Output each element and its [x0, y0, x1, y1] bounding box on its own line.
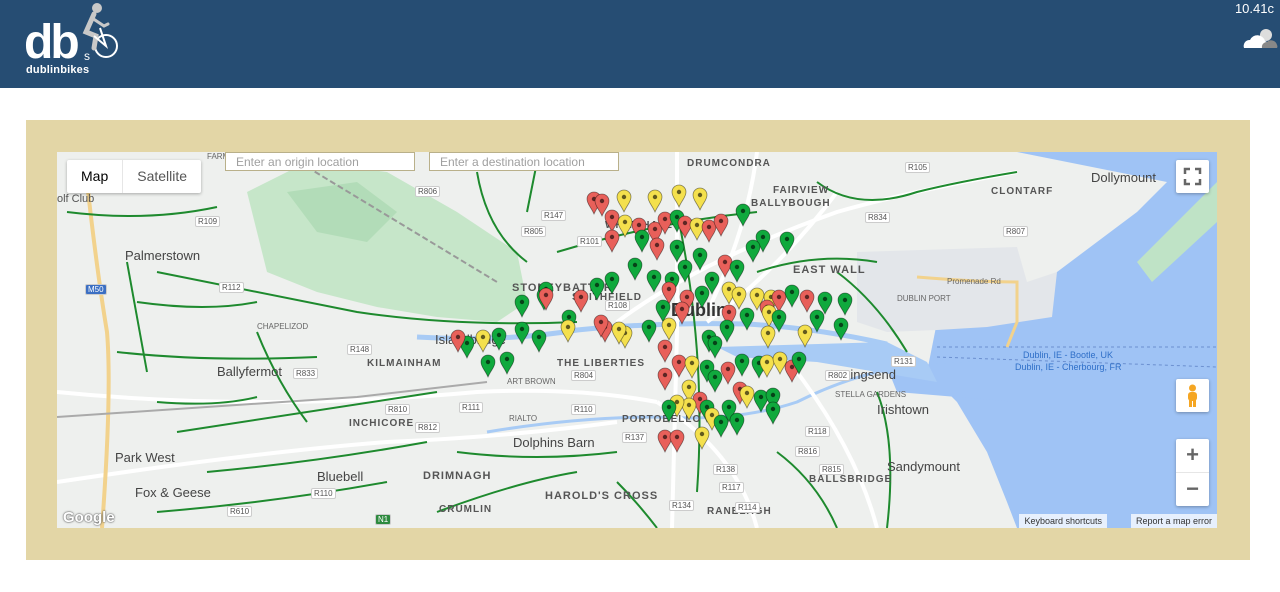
- zoom-control: + −: [1176, 439, 1209, 506]
- station-marker[interactable]: [674, 301, 690, 326]
- station-marker[interactable]: [809, 309, 825, 334]
- station-marker[interactable]: [692, 247, 708, 272]
- station-marker[interactable]: [713, 213, 729, 238]
- station-marker[interactable]: [649, 237, 665, 262]
- station-marker[interactable]: [661, 317, 677, 342]
- station-marker[interactable]: [694, 285, 710, 310]
- zoom-in-button[interactable]: +: [1176, 439, 1209, 472]
- svg-text:s: s: [84, 49, 90, 63]
- destination-search-input[interactable]: [429, 152, 619, 171]
- station-marker[interactable]: [604, 209, 620, 234]
- station-marker[interactable]: [837, 292, 853, 317]
- station-marker[interactable]: [634, 229, 650, 254]
- station-marker[interactable]: [560, 319, 576, 344]
- station-marker[interactable]: [514, 321, 530, 346]
- partly-cloudy-icon: [1243, 29, 1278, 48]
- station-marker[interactable]: [573, 289, 589, 314]
- station-marker[interactable]: [604, 229, 620, 254]
- bike-station-map[interactable]: FARMLEIGH olf Club Palmerstown CHAPELIZO…: [57, 152, 1217, 528]
- station-marker[interactable]: [538, 287, 554, 312]
- street-view-pegman-button[interactable]: [1176, 379, 1209, 412]
- map-type-control: Map Satellite: [67, 160, 202, 193]
- station-marker[interactable]: [491, 327, 507, 352]
- station-marker[interactable]: [759, 354, 775, 379]
- station-marker[interactable]: [604, 271, 620, 296]
- station-marker[interactable]: [729, 259, 745, 284]
- station-marker[interactable]: [735, 203, 751, 228]
- station-marker[interactable]: [720, 361, 736, 386]
- station-marker[interactable]: [799, 289, 815, 314]
- station-marker[interactable]: [692, 187, 708, 212]
- keyboard-shortcuts-link[interactable]: Keyboard shortcuts: [1019, 514, 1107, 528]
- station-marker[interactable]: [772, 351, 788, 376]
- station-marker[interactable]: [671, 184, 687, 209]
- station-marker[interactable]: [671, 354, 687, 379]
- origin-search-input[interactable]: [225, 152, 415, 171]
- station-marker[interactable]: [701, 219, 717, 244]
- station-marker[interactable]: [514, 294, 530, 319]
- station-marker[interactable]: [797, 324, 813, 349]
- fullscreen-button[interactable]: [1176, 160, 1209, 193]
- fullscreen-icon: [1183, 167, 1202, 186]
- station-marker[interactable]: [707, 369, 723, 394]
- station-marker[interactable]: [531, 329, 547, 354]
- weather-temperature: 10.41c: [1234, 1, 1274, 16]
- station-marker[interactable]: [739, 307, 755, 332]
- station-marker[interactable]: [669, 239, 685, 264]
- station-marker[interactable]: [617, 214, 633, 239]
- station-marker[interactable]: [647, 189, 663, 214]
- station-marker[interactable]: [669, 429, 685, 454]
- station-marker[interactable]: [760, 325, 776, 350]
- station-marker[interactable]: [646, 269, 662, 294]
- station-marker[interactable]: [833, 317, 849, 342]
- station-markers: [450, 184, 853, 454]
- station-marker[interactable]: [677, 259, 693, 284]
- station-marker[interactable]: [694, 426, 710, 451]
- station-marker[interactable]: [641, 319, 657, 344]
- map-type-map-button[interactable]: Map: [67, 160, 122, 193]
- station-marker[interactable]: [731, 286, 747, 311]
- station-marker[interactable]: [475, 329, 491, 354]
- report-map-error-link[interactable]: Report a map error: [1130, 514, 1217, 528]
- station-marker[interactable]: [480, 354, 496, 379]
- station-marker[interactable]: [734, 353, 750, 378]
- station-marker[interactable]: [719, 319, 735, 344]
- station-marker[interactable]: [657, 429, 673, 454]
- station-marker[interactable]: [739, 385, 755, 410]
- station-marker[interactable]: [729, 412, 745, 437]
- logo-text: dublinbikes: [26, 64, 90, 76]
- station-marker[interactable]: [771, 309, 787, 334]
- site-header: db s dublinbikes 10.41c: [0, 0, 1280, 88]
- map-type-satellite-button[interactable]: Satellite: [122, 160, 201, 193]
- station-marker[interactable]: [779, 231, 795, 256]
- pegman-icon: [1188, 384, 1197, 407]
- station-marker[interactable]: [713, 414, 729, 439]
- station-marker[interactable]: [784, 284, 800, 309]
- station-marker[interactable]: [684, 355, 700, 380]
- svg-text:db: db: [24, 16, 78, 69]
- station-marker[interactable]: [765, 401, 781, 426]
- station-marker[interactable]: [745, 239, 761, 264]
- google-logo: Google: [63, 509, 115, 526]
- station-marker[interactable]: [627, 257, 643, 282]
- station-marker[interactable]: [657, 339, 673, 364]
- zoom-out-button[interactable]: −: [1176, 472, 1209, 505]
- station-marker[interactable]: [657, 367, 673, 392]
- station-marker[interactable]: [589, 277, 605, 302]
- station-marker[interactable]: [616, 189, 632, 214]
- station-marker[interactable]: [499, 351, 515, 376]
- station-marker[interactable]: [707, 335, 723, 360]
- station-marker[interactable]: [661, 399, 677, 424]
